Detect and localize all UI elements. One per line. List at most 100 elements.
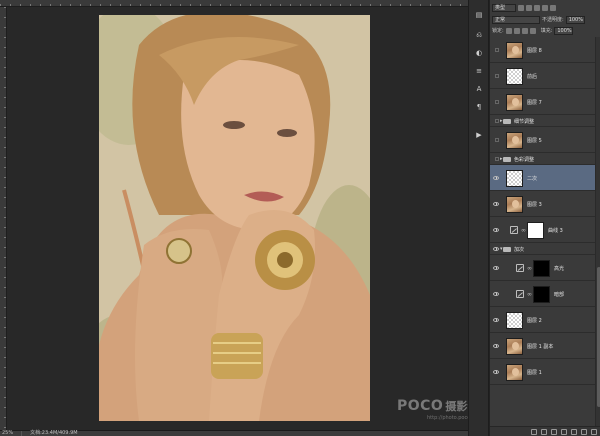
layer-name: 图层 1 副本	[527, 343, 554, 350]
layer-row[interactable]: ∞ 高光	[490, 255, 595, 281]
layer-name: 图层 7	[527, 99, 542, 106]
visibility-off-icon[interactable]	[495, 99, 499, 104]
document-canvas[interactable]	[99, 15, 370, 421]
visibility-eye-icon[interactable]	[493, 291, 499, 296]
layer-row[interactable]: ∞ 曲线 3	[490, 217, 595, 243]
zoom-level[interactable]: 25%	[2, 431, 13, 436]
visibility-eye-icon[interactable]	[493, 343, 499, 348]
layer-row[interactable]: 前后	[490, 63, 595, 89]
blend-mode-dropdown[interactable]: 正常	[492, 15, 540, 24]
layer-thumbnail[interactable]	[506, 195, 523, 213]
curves-adjustment-icon[interactable]	[510, 225, 518, 234]
filter-smart-icon[interactable]	[550, 4, 556, 11]
visibility-eye-icon[interactable]	[493, 317, 499, 322]
play-icon[interactable]: ▶	[474, 130, 484, 140]
layer-list[interactable]: 图层 8 前后图层 7 ▸ 细节调整图层 5 ▸ 色彩调整 二次 图层 3 ∞ 曲线 3 ▾ 加次 ∞ 高…	[490, 37, 600, 426]
layer-name: 细节调整	[514, 118, 535, 125]
history-icon[interactable]: ⎌	[474, 30, 484, 40]
layer-style-icon[interactable]	[541, 428, 547, 435]
layer-row[interactable]: ▸ 色彩调整	[490, 153, 595, 165]
layer-mask-thumbnail[interactable]	[533, 259, 550, 277]
visibility-eye-icon[interactable]	[493, 246, 499, 251]
mask-link-icon[interactable]: ∞	[527, 265, 532, 272]
layer-row[interactable]: ∞ 暗部	[490, 281, 595, 307]
layer-name: 高光	[554, 265, 565, 272]
filter-shape-icon[interactable]	[542, 4, 548, 11]
lock-all-icon[interactable]	[529, 27, 536, 34]
watermark-logo: POCO	[397, 398, 444, 414]
layer-thumbnail[interactable]	[506, 337, 523, 355]
mask-link-icon[interactable]: ∞	[521, 227, 526, 234]
new-layer-icon[interactable]	[581, 428, 587, 435]
layers-icon[interactable]: ▤	[474, 10, 484, 20]
layer-row[interactable]: 图层 7	[490, 89, 595, 115]
status-bar: 25% 文档:23.4M/409.9M	[0, 430, 468, 436]
layers-panel: 类型 正常 不透明度: 100% 锁定: 填充: 100% 图层 8 前后 图层 7…	[489, 0, 600, 436]
layer-name: 图层 5	[527, 137, 542, 144]
filter-pixel-icon[interactable]	[518, 4, 524, 11]
layer-row[interactable]: 二次	[490, 165, 595, 191]
layer-thumbnail[interactable]	[506, 93, 523, 111]
visibility-off-icon[interactable]	[495, 156, 499, 161]
layer-row[interactable]: 图层 1	[490, 359, 595, 385]
visibility-eye-icon[interactable]	[493, 227, 499, 232]
add-mask-icon[interactable]	[551, 428, 557, 435]
layer-name: 图层 8	[527, 47, 542, 54]
layer-row[interactable]: 图层 2	[490, 307, 595, 333]
fill-label: 填充:	[540, 28, 553, 34]
opacity-value: 100%	[568, 16, 583, 23]
visibility-eye-icon[interactable]	[493, 175, 499, 180]
visibility-off-icon[interactable]	[495, 137, 499, 142]
layer-thumbnail[interactable]	[506, 131, 523, 149]
visibility-eye-icon[interactable]	[493, 265, 499, 270]
lock-pixels-icon[interactable]	[513, 27, 520, 34]
filter-type-icon[interactable]	[534, 4, 540, 11]
lock-transparency-icon[interactable]	[505, 27, 512, 34]
layer-row[interactable]: 图层 1 副本	[490, 333, 595, 359]
mask-link-icon[interactable]: ∞	[527, 291, 532, 298]
horizontal-ruler[interactable]	[0, 0, 468, 7]
layer-thumbnail[interactable]	[506, 41, 523, 59]
visibility-off-icon[interactable]	[495, 73, 499, 78]
layer-thumbnail[interactable]	[506, 363, 523, 381]
layer-name: 图层 2	[527, 317, 542, 324]
paragraph-icon[interactable]: ¶	[474, 102, 484, 112]
curves-adjustment-icon[interactable]	[516, 263, 524, 272]
document-workspace[interactable]	[0, 0, 468, 430]
new-adjustment-icon[interactable]	[561, 428, 567, 435]
link-layers-icon[interactable]	[531, 428, 537, 435]
delete-layer-icon[interactable]	[591, 428, 597, 435]
new-group-icon[interactable]	[571, 428, 577, 435]
folder-icon	[503, 246, 511, 252]
lock-position-icon[interactable]	[521, 27, 528, 34]
layer-row[interactable]: 图层 5	[490, 127, 595, 153]
layer-row[interactable]: ▾ 加次	[490, 243, 595, 255]
filter-kind-label: 类型	[495, 5, 506, 11]
layer-mask-thumbnail[interactable]	[533, 285, 550, 303]
vertical-ruler[interactable]	[0, 7, 7, 430]
visibility-eye-icon[interactable]	[493, 369, 499, 374]
visibility-eye-icon[interactable]	[493, 201, 499, 206]
lock-label: 锁定:	[492, 28, 504, 34]
character-icon[interactable]: A	[474, 84, 484, 94]
visibility-off-icon[interactable]	[495, 47, 499, 52]
opacity-field[interactable]: 100%	[565, 15, 585, 24]
layer-thumbnail[interactable]	[506, 311, 523, 329]
layer-mask-thumbnail[interactable]	[527, 221, 544, 239]
fill-field[interactable]: 100%	[554, 26, 574, 35]
layer-row[interactable]: 图层 3	[490, 191, 595, 217]
channels-icon[interactable]: ≡	[474, 66, 484, 76]
layer-list-scrollbar[interactable]	[595, 37, 600, 426]
curves-adjustment-icon[interactable]	[516, 289, 524, 298]
layer-thumbnail[interactable]	[506, 169, 523, 187]
layer-name: 图层 1	[527, 369, 542, 376]
visibility-off-icon[interactable]	[495, 118, 499, 123]
adjustments-icon[interactable]: ◐	[474, 48, 484, 58]
layer-row[interactable]: 图层 8	[490, 37, 595, 63]
filter-adjustment-icon[interactable]	[526, 4, 532, 11]
filter-kind-dropdown[interactable]: 类型	[492, 3, 516, 12]
portrait-photo	[99, 15, 370, 421]
layer-thumbnail[interactable]	[506, 67, 523, 85]
layer-row[interactable]: ▸ 细节调整	[490, 115, 595, 127]
document-size[interactable]: 文档:23.4M/409.9M	[30, 431, 77, 436]
